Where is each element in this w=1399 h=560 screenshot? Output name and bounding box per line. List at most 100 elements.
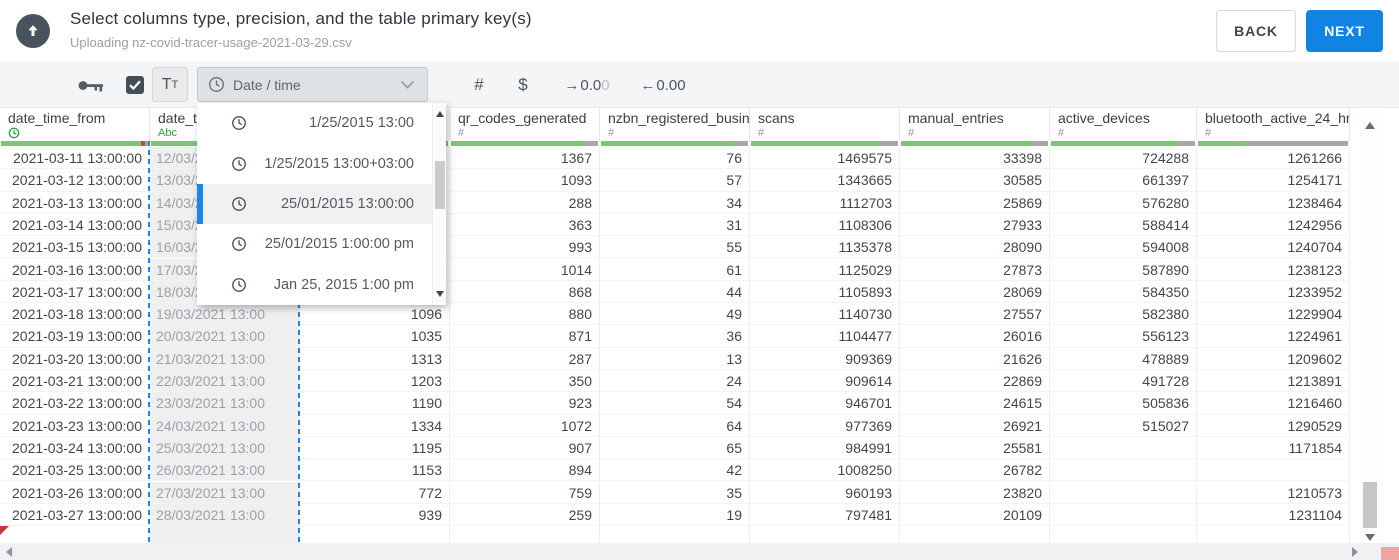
table-cell[interactable]: 28069 xyxy=(900,280,1050,304)
table-cell[interactable]: 724288 xyxy=(1050,147,1197,170)
table-cell[interactable]: 1216460 xyxy=(1197,392,1350,415)
table-cell[interactable]: 1238123 xyxy=(1197,258,1350,281)
table-cell[interactable]: 1210573 xyxy=(1197,481,1350,504)
decrease-decimal-button[interactable]: ← 0.00 xyxy=(628,62,698,108)
date-format-option[interactable]: Jan 25, 2015 1:00 pm xyxy=(197,265,446,305)
table-cell[interactable]: 36 xyxy=(600,325,750,348)
table-cell[interactable] xyxy=(150,526,300,543)
table-cell[interactable]: 1233952 xyxy=(1197,280,1350,304)
table-cell[interactable]: 2021-03-18 13:00:00 xyxy=(0,303,150,326)
table-cell[interactable]: 582380 xyxy=(1050,303,1197,326)
table-cell[interactable]: 27873 xyxy=(900,258,1050,281)
table-cell[interactable]: 1096 xyxy=(300,303,450,326)
column-header-date_time_from[interactable]: date_time_from xyxy=(0,108,150,141)
table-cell[interactable]: 907 xyxy=(450,436,600,460)
table-cell[interactable]: 491728 xyxy=(1050,370,1197,393)
table-cell[interactable]: 26921 xyxy=(900,414,1050,437)
table-cell[interactable]: 34 xyxy=(600,191,750,214)
horizontal-scrollbar[interactable] xyxy=(0,543,1399,560)
table-cell[interactable]: 576280 xyxy=(1050,191,1197,214)
table-cell[interactable] xyxy=(1050,459,1197,482)
table-cell[interactable]: 22/03/2021 13:00 xyxy=(150,370,300,393)
table-cell[interactable]: 1108306 xyxy=(750,213,900,237)
table-cell[interactable]: 33398 xyxy=(900,147,1050,170)
table-cell[interactable]: 594008 xyxy=(1050,236,1197,259)
table-cell[interactable]: 61 xyxy=(600,258,750,281)
column-header-scans[interactable]: scans # xyxy=(750,108,900,141)
table-cell[interactable]: 993 xyxy=(450,236,600,259)
table-cell[interactable]: 1209602 xyxy=(1197,347,1350,370)
table-cell[interactable]: 1238464 xyxy=(1197,191,1350,214)
table-cell[interactable]: 27557 xyxy=(900,303,1050,326)
table-cell[interactable]: 13 xyxy=(600,347,750,370)
table-cell[interactable]: 1469575 xyxy=(750,147,900,170)
table-cell[interactable]: 2021-03-11 13:00:00 xyxy=(0,147,150,170)
table-cell[interactable]: 30585 xyxy=(900,169,1050,192)
table-cell[interactable]: 76 xyxy=(600,147,750,170)
table-cell[interactable] xyxy=(0,526,150,543)
table-cell[interactable]: 1367 xyxy=(450,147,600,170)
text-type-button[interactable]: TT xyxy=(152,67,188,102)
table-cell[interactable] xyxy=(1050,481,1197,504)
table-cell[interactable]: 588414 xyxy=(1050,213,1197,237)
table-cell[interactable]: 25869 xyxy=(900,191,1050,214)
table-cell[interactable] xyxy=(900,526,1050,543)
table-cell[interactable]: 2021-03-15 13:00:00 xyxy=(0,236,150,259)
table-cell[interactable]: 1153 xyxy=(300,459,450,482)
table-cell[interactable]: 20/03/2021 13:00 xyxy=(150,325,300,348)
table-cell[interactable]: 939 xyxy=(300,503,450,527)
table-cell[interactable]: 259 xyxy=(450,503,600,527)
table-cell[interactable] xyxy=(450,526,600,543)
next-button[interactable]: NEXT xyxy=(1306,10,1383,52)
table-cell[interactable]: 287 xyxy=(450,347,600,370)
increase-decimal-button[interactable]: → 0.0 0 xyxy=(552,62,622,108)
table-cell[interactable]: 2021-03-25 13:00:00 xyxy=(0,459,150,482)
table-cell[interactable]: 909614 xyxy=(750,370,900,393)
table-cell[interactable]: 55 xyxy=(600,236,750,259)
table-cell[interactable] xyxy=(1197,459,1350,482)
table-cell[interactable]: 24/03/2021 13:00 xyxy=(150,414,300,437)
currency-type-button[interactable]: $ xyxy=(510,62,536,108)
table-cell[interactable] xyxy=(1050,436,1197,460)
column-header-bluetooth_active_24_hr_[interactable]: bluetooth_active_24_hr_ # xyxy=(1197,108,1350,141)
table-cell[interactable]: 24615 xyxy=(900,392,1050,415)
table-cell[interactable]: 1093 xyxy=(450,169,600,192)
scroll-up-icon[interactable] xyxy=(1365,122,1375,129)
date-format-option[interactable]: 25/01/2015 13:00:00 xyxy=(197,183,446,225)
table-cell[interactable]: 923 xyxy=(450,392,600,415)
table-cell[interactable]: 28090 xyxy=(900,236,1050,259)
number-type-button[interactable]: # xyxy=(466,62,492,108)
table-cell[interactable]: 65 xyxy=(600,436,750,460)
back-button[interactable]: BACK xyxy=(1216,10,1296,52)
table-cell[interactable]: 587890 xyxy=(1050,258,1197,281)
table-cell[interactable]: 1224961 xyxy=(1197,325,1350,348)
table-cell[interactable]: 21626 xyxy=(900,347,1050,370)
table-cell[interactable]: 363 xyxy=(450,213,600,237)
table-cell[interactable]: 2021-03-19 13:00:00 xyxy=(0,325,150,348)
table-cell[interactable]: 2021-03-13 13:00:00 xyxy=(0,191,150,214)
table-cell[interactable]: 24 xyxy=(600,370,750,393)
table-cell[interactable]: 19/03/2021 13:00 xyxy=(150,303,300,326)
column-header-qr_codes_generated[interactable]: qr_codes_generated # xyxy=(450,108,600,141)
table-cell[interactable]: 584350 xyxy=(1050,280,1197,304)
table-cell[interactable]: 946701 xyxy=(750,392,900,415)
column-header-nzbn_registered_busine[interactable]: nzbn_registered_busine # xyxy=(600,108,750,141)
table-cell[interactable]: 23/03/2021 13:00 xyxy=(150,392,300,415)
table-cell[interactable]: 868 xyxy=(450,280,600,304)
table-cell[interactable] xyxy=(1197,526,1350,543)
table-cell[interactable]: 909369 xyxy=(750,347,900,370)
table-cell[interactable]: 797481 xyxy=(750,503,900,527)
table-cell[interactable]: 1125029 xyxy=(750,258,900,281)
table-cell[interactable]: 2021-03-23 13:00:00 xyxy=(0,414,150,437)
table-cell[interactable]: 64 xyxy=(600,414,750,437)
table-cell[interactable]: 288 xyxy=(450,191,600,214)
dropdown-scrollbar[interactable] xyxy=(432,103,446,305)
date-format-option[interactable]: 1/25/2015 13:00 xyxy=(197,103,446,143)
table-cell[interactable]: 26016 xyxy=(900,325,1050,348)
scroll-right-icon[interactable] xyxy=(1352,547,1358,557)
table-cell[interactable]: 1105893 xyxy=(750,280,900,304)
table-cell[interactable] xyxy=(600,526,750,543)
table-cell[interactable]: 1242956 xyxy=(1197,213,1350,237)
table-cell[interactable]: 977369 xyxy=(750,414,900,437)
table-cell[interactable]: 25581 xyxy=(900,436,1050,460)
